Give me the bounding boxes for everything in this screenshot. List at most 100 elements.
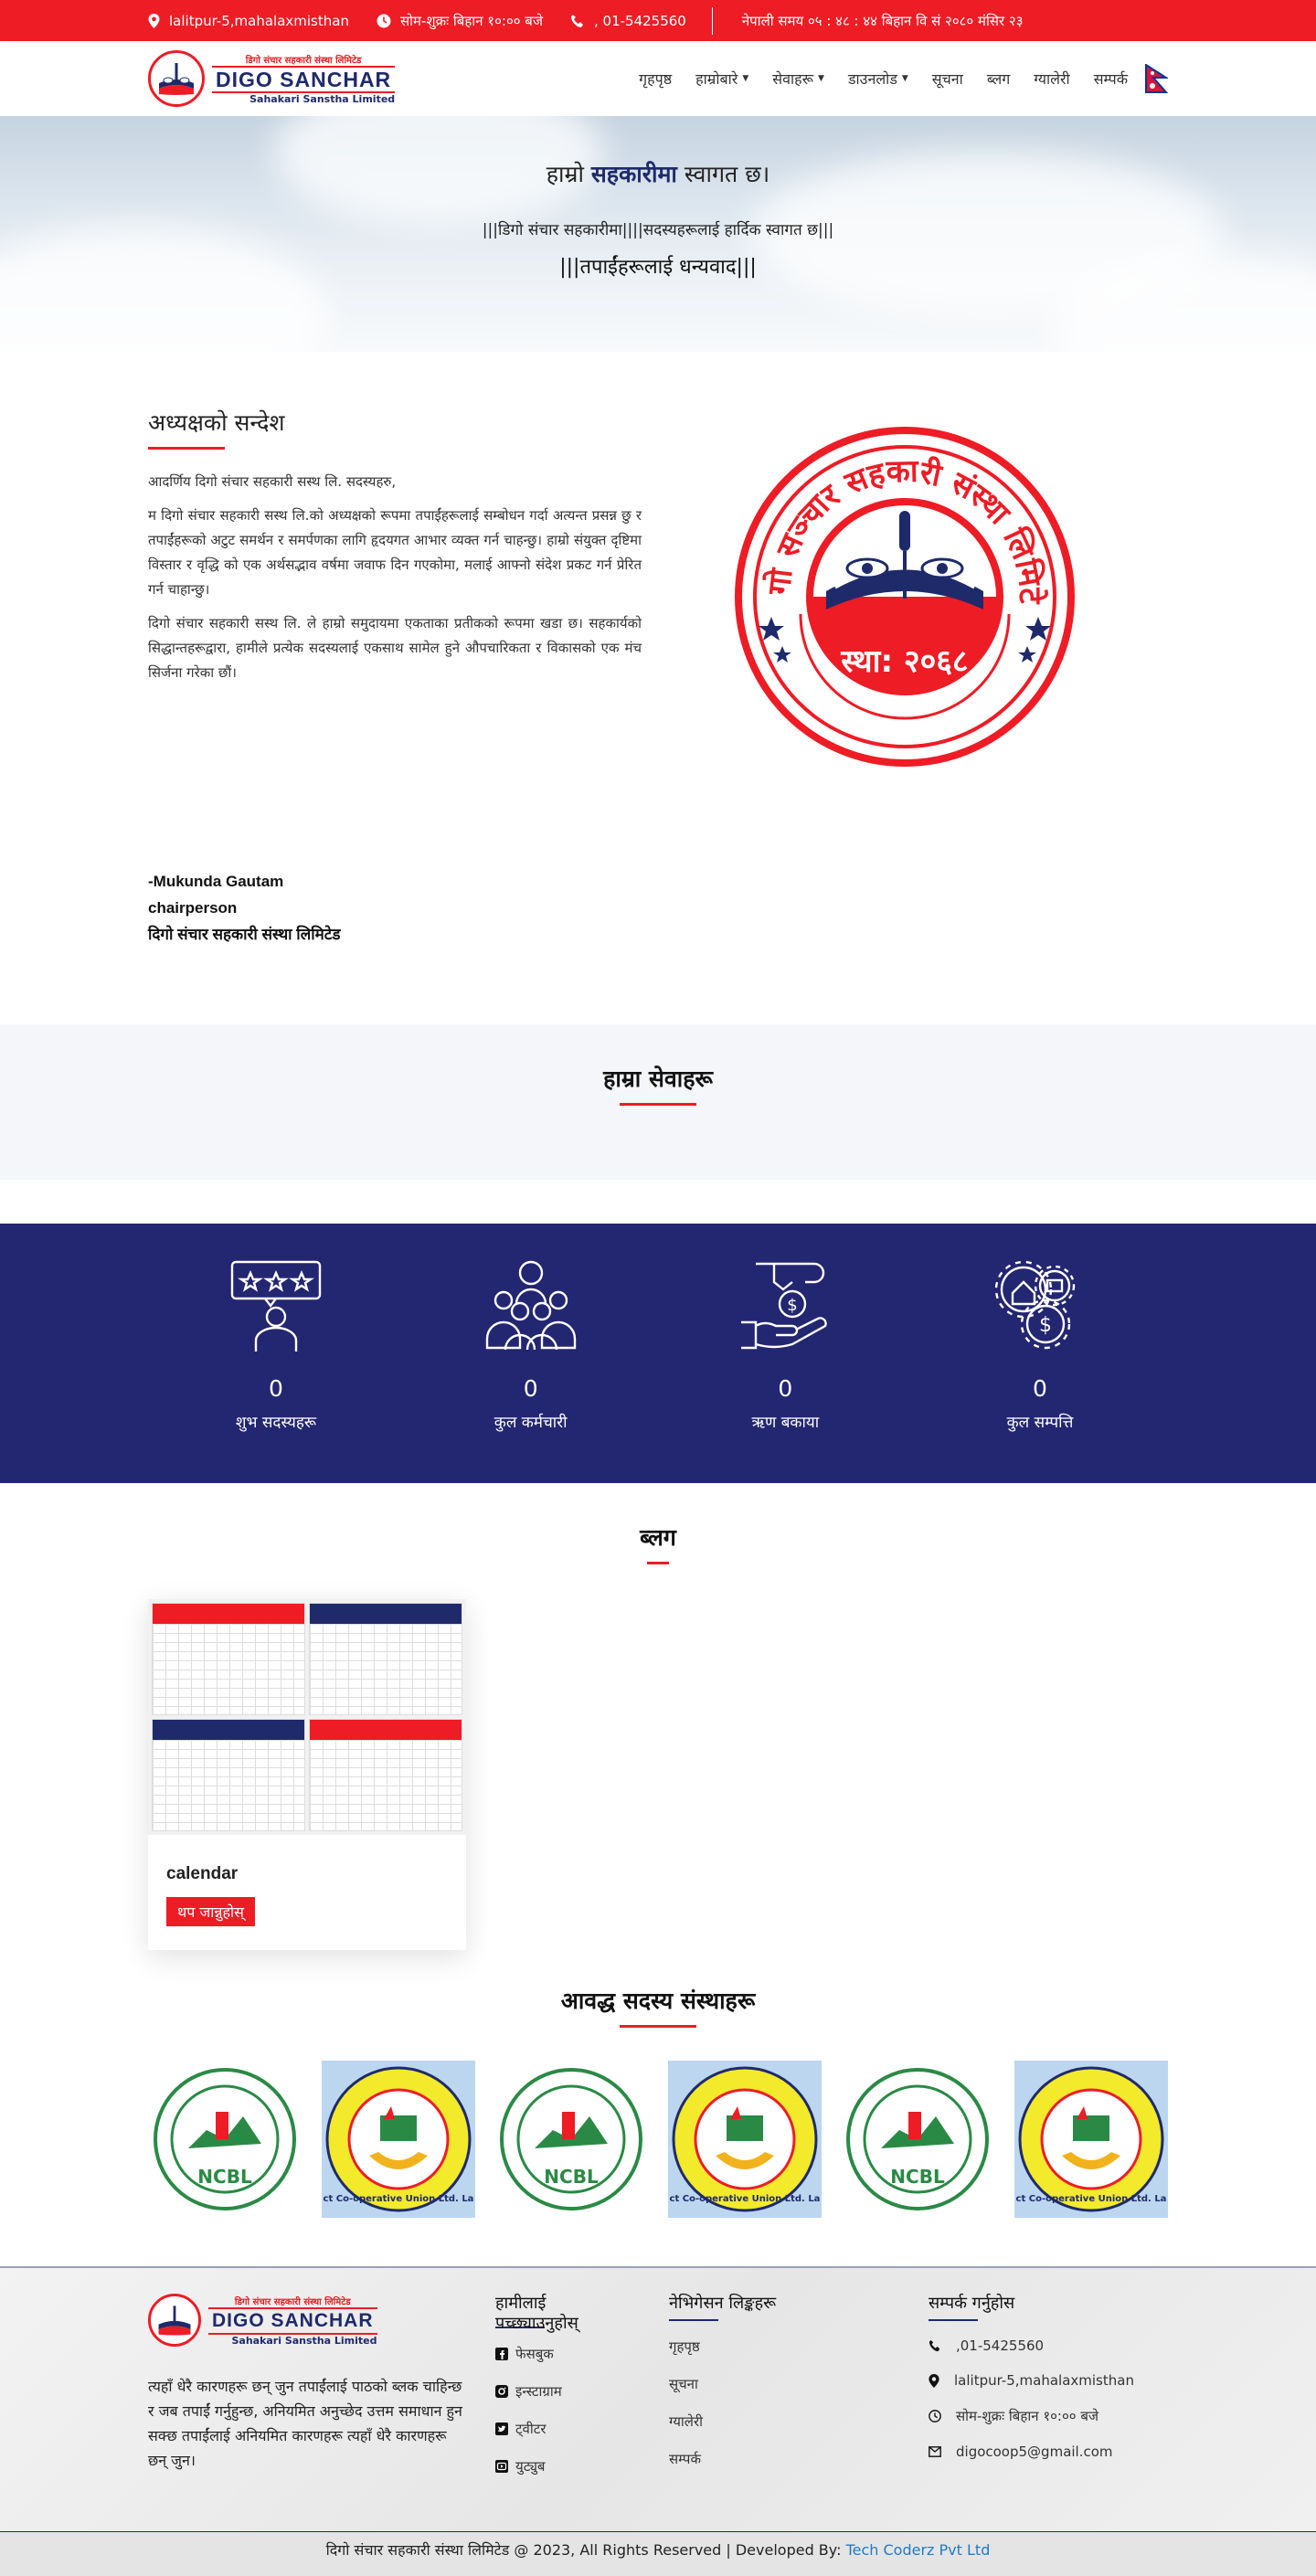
nav-item-contact[interactable]: सम्पर्क [1094,69,1128,89]
footer-hours-text: सोम-शुक्रः बिहान १०:०० बजे [956,2408,1099,2424]
footer-link-gallery[interactable]: ग्यालेरी [669,2412,929,2431]
logo-nepali-name: डिगो संचार सहकारी संस्था लिमिटेड [234,2296,351,2307]
message-paragraph-2: दिगो संचार सहकारी सस्थ लि. ले हाम्रो समु… [148,615,642,681]
calendar-thumbnail [309,1719,462,1831]
topbar-address-text: lalitpur-5,mahalaxmisthan [169,12,349,29]
footer-about-column: डिगो संचार सहकारी संस्था लिमिटेड DIGO SA… [148,2294,495,2495]
ncbl-text: NCBL [891,2166,946,2188]
stat-label: कुल कर्मचारी [494,1414,568,1432]
nav-label: सेवाहरू [772,70,814,88]
site-header: डिगो संचार सहकारी संस्था लिमिटेड DIGO SA… [0,41,1316,116]
copyright-text: दिगो संचार सहकारी संस्था लिमिटेड @ 2023,… [325,2541,846,2559]
hero-title-pre: हाम्रो [546,161,591,187]
location-pin-icon [929,2373,939,2388]
nav-label: ग्यालेरी [1034,70,1070,88]
assets-gear-icon: $ [949,1258,1131,1353]
main-nav: गृहपृष्ठ हाम्रोबारे ▼ सेवाहरू ▼ डाउनलोड ▼ स… [615,64,1168,93]
footer-link-contact[interactable]: सम्पर्क [669,2450,929,2468]
blog-title: ब्लग [640,1524,676,1551]
nepali-time-text: नेपाली समय ०५ : ४८ : ४४ बिहान वि सं २०८०… [741,12,1024,29]
title-underline [148,447,225,450]
follow-title-line1: हामीलाई [495,2294,547,2313]
member-logo-dcu[interactable]: District Co-operative Union Ltd. Lalitpu… [667,2061,822,2218]
footer-phone-text: ,01-5425560 [956,2337,1045,2354]
message-text-column: अध्यक्षको सन्देश आदर्णिय दिगो संचार सहका… [148,407,642,948]
member-logo-dcu[interactable]: District Co-operative Union Ltd. Lalitpu… [1014,2061,1168,2218]
footer-about-text: त्यहाँ धेरै कारणहरू छन् जुन तपाईंलाई पाठ… [148,2378,462,2469]
stat-label: कुल सम्पत्ति [1006,1414,1074,1432]
footer-social-column: हामीलाई पच्छ्याउनुहोस् फेसबुक इन्स्टाग्रा… [495,2294,669,2495]
topbar-phone[interactable]: , 01-5425560 [570,13,686,29]
hero-title-post: स्वागत छ। [676,161,770,187]
footer-email-text: digocoop5@gmail.com [956,2443,1113,2460]
read-more-button[interactable]: थप जान्नुहोस् [166,1897,255,1926]
social-link-facebook[interactable]: फेसबुक [495,2345,669,2363]
social-link-youtube[interactable]: युट्युब [495,2457,669,2475]
logo-emblem-icon [148,2294,201,2347]
footer-phone[interactable]: ,01-5425560 [929,2337,1168,2354]
nav-item-download[interactable]: डाउनलोड ▼ [848,69,908,89]
footer-link-notice[interactable]: सूचना [669,2375,929,2393]
dcu-text: District Co-operative Union Ltd. Lalitpu… [324,2194,473,2204]
title-underline [620,2025,696,2028]
topbar-hours: सोम-शुक्रः बिहान १०:०० बजे [377,12,543,30]
youtube-icon [495,2460,508,2473]
nav-item-gallery[interactable]: ग्यालेरी [1034,69,1069,89]
nav-item-services[interactable]: सेवाहरू ▼ [772,69,824,89]
nav-label: सूचना [931,70,963,88]
site-logo[interactable]: डिगो संचार सहकारी संस्था लिमिटेड DIGO SA… [148,50,396,107]
ncbl-text: NCBL [197,2166,252,2188]
developer-link[interactable]: Tech Coderz Pvt Ltd [846,2541,991,2559]
blog-card-title[interactable]: calendar [166,1864,466,1884]
title-underline [620,1103,696,1106]
footer-nav-title: नेभिगेसन लिङ्कहरू [669,2294,777,2313]
stats-band: 0 शुभ सदस्यहरू 0 कुल कर्मचारी $ 0 ऋण बका… [0,1224,1316,1483]
footer-address-text: lalitpur-5,mahalaxmisthan [954,2372,1134,2389]
stat-value: 0 [523,1375,538,1402]
topbar-address: lalitpur-5,mahalaxmisthan [148,13,349,29]
seal-column: डिगो सञ्चार सहकारी संस्था लिमिटेड स्था: … [642,407,1168,948]
member-logo-ncbl[interactable]: NCBL [494,2061,648,2218]
stat-employees: 0 कुल कर्मचारी [440,1258,622,1432]
footer-email[interactable]: digocoop5@gmail.com [929,2443,1168,2460]
message-title: अध्यक्षको सन्देश [148,409,285,436]
nav-item-blog[interactable]: ब्लग [987,69,1010,89]
member-logo-ncbl[interactable]: NCBL [841,2061,994,2218]
stat-total-assets: $ 0 कुल सम्पत्ति [949,1258,1131,1432]
member-logo-dcu[interactable]: District Co-operative Union Ltd. Lalitpu… [321,2061,475,2218]
member-organizations-section: आवद्ध सदस्य संस्थाहरू NCBL District Co-o… [0,1985,1316,2259]
chairperson-message-section: अध्यक्षको सन्देश आदर्णिय दिगो संचार सहका… [0,352,1316,1024]
social-link-twitter[interactable]: ट्वीटर [495,2420,669,2438]
nav-item-about[interactable]: हाम्रोबारे ▼ [695,69,748,89]
seal-estd-text: स्था: २०६८ [840,643,968,680]
footer-logo[interactable]: डिगो संचार सहकारी संस्था लिमिटेड DIGO SA… [148,2294,495,2347]
logo-text-block: डिगो संचार सहकारी संस्था लिमिटेड DIGO SA… [208,2295,377,2347]
top-bar: lalitpur-5,mahalaxmisthan सोम-शुक्रः बिह… [0,0,1316,41]
footer-address: lalitpur-5,mahalaxmisthan [929,2372,1168,2389]
social-label: युट्युब [515,2458,546,2475]
svg-text:$: $ [788,1296,798,1315]
cooperative-seal-logo: डिगो सञ्चार सहकारी संस्था लिमिटेड स्था: … [735,427,1075,767]
blog-card[interactable]: calendar थप जान्नुहोस् [148,1599,466,1950]
nav-item-notice[interactable]: सूचना [932,69,963,89]
footer-nav-column: नेभिगेसन लिङ्कहरू गृहपृष्ठ सूचना ग्यालेर… [669,2294,929,2495]
title-underline [669,2319,718,2321]
footer-link-home[interactable]: गृहपृष्ठ [669,2337,929,2356]
nav-item-home[interactable]: गृहपृष्ठ [639,69,672,89]
envelope-icon [929,2446,941,2457]
location-pin-icon [148,13,160,28]
clock-icon [929,2410,941,2422]
social-link-instagram[interactable]: इन्स्टाग्राम [495,2382,669,2401]
twitter-icon [495,2422,508,2435]
social-label: फेसबुक [515,2346,554,2362]
caret-down-icon: ▼ [742,74,749,83]
title-underline [647,1562,669,1564]
message-paragraph-1: म दिगो संचार सहकारी सस्थ लि.को अध्यक्षको… [148,507,642,598]
caret-down-icon: ▼ [901,74,908,83]
member-logo-ncbl[interactable]: NCBL [148,2061,302,2218]
dcu-text: District Co-operative Union Ltd. Lalitpu… [670,2194,820,2204]
hero-subtitle: |||डिगो संचार सहकारीमा||||सदस्यहरूलाई हा… [482,221,834,239]
hero-thanks: |||तपाईंहरूलाई धन्यवाद||| [559,256,757,279]
nav-label: डाउनलोड [847,70,897,88]
topbar-hours-text: सोम-शुक्रः बिहान १०:०० बजे [399,12,544,29]
